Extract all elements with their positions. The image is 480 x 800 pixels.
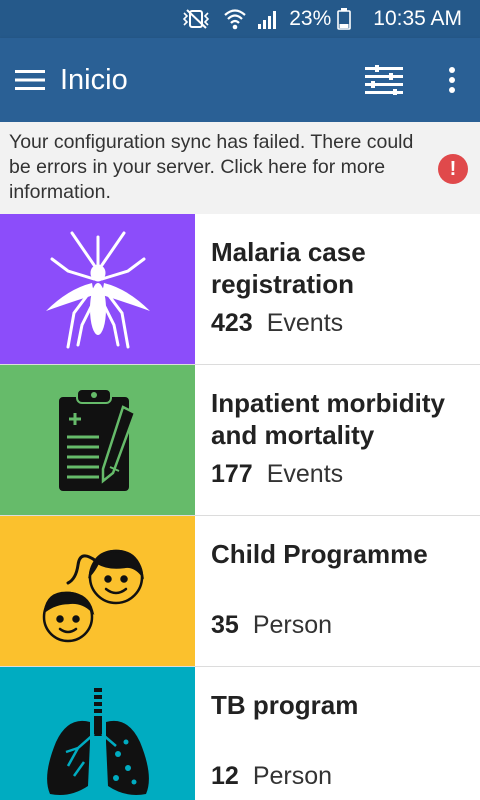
sync-error-message: Your configuration sync has failed. Ther… <box>9 131 414 203</box>
program-icon-box <box>0 214 195 364</box>
event-count: 423 <box>211 309 253 337</box>
alert-icon[interactable]: ! <box>438 154 468 184</box>
menu-icon <box>15 70 45 90</box>
lungs-icon <box>46 688 149 795</box>
clipboard-icon <box>58 388 137 491</box>
count-unit: Events <box>266 309 344 337</box>
wifi-icon <box>223 8 247 30</box>
program-name: Malaria case registration <box>211 237 366 299</box>
battery-percent: 23% <box>289 7 332 30</box>
mosquito-icon <box>45 231 150 349</box>
count-unit: Person <box>252 611 333 639</box>
count-unit: Person <box>252 762 333 790</box>
more-vert-icon <box>449 67 455 93</box>
menu-button[interactable] <box>0 38 60 122</box>
program-name: TB program <box>211 690 359 720</box>
program-card[interactable]: Inpatient morbidity and mortality 177 Eve… <box>0 365 480 516</box>
more-options-button[interactable] <box>428 38 476 122</box>
children-icon <box>42 549 144 643</box>
program-icon-box <box>0 365 195 515</box>
clock: 10:35 AM <box>373 7 462 30</box>
program-card[interactable]: TB program 12 Person <box>0 667 480 800</box>
page-title: Inicio <box>60 63 128 96</box>
program-card[interactable]: Malaria case registration 423 Events <box>0 214 480 365</box>
vibrate-icon <box>179 8 213 30</box>
person-count: 35 <box>211 611 239 639</box>
program-icon-box <box>0 667 195 800</box>
count-unit: Events <box>266 460 344 488</box>
program-list: Malaria case registration 423 Events Inp… <box>0 214 480 800</box>
program-name: Child Programme <box>211 539 428 569</box>
program-icon-box <box>0 516 195 666</box>
filter-icon <box>365 65 403 95</box>
event-count: 177 <box>211 460 253 488</box>
program-card[interactable]: Child Programme 35 Person <box>0 516 480 667</box>
sync-error-banner[interactable]: Your configuration sync has failed. Ther… <box>0 122 480 214</box>
status-bar: 23% 10:35 AM <box>0 0 480 38</box>
person-count: 12 <box>211 762 239 790</box>
filter-button[interactable] <box>354 38 414 122</box>
app-bar: Inicio <box>0 38 480 122</box>
signal-icon <box>257 8 279 30</box>
program-name: Inpatient morbidity and mortality <box>211 388 445 450</box>
battery-icon <box>337 8 352 30</box>
